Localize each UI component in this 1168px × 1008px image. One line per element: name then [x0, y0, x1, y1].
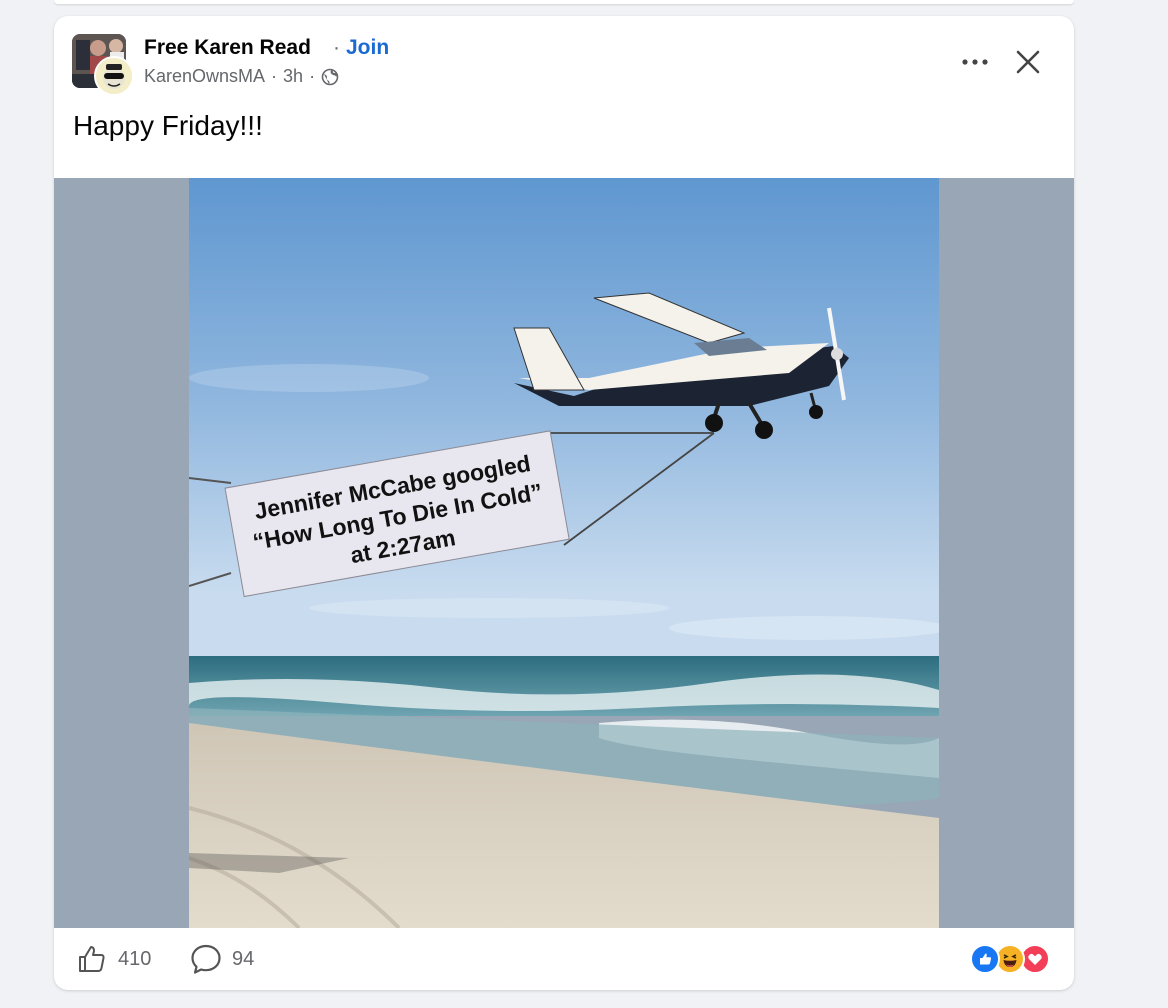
join-group-button[interactable]: · Join [333, 36, 389, 60]
group-avatar[interactable] [72, 34, 134, 96]
comment-bubble-icon [191, 944, 221, 974]
thumbs-up-icon [79, 946, 105, 972]
separator-dot: · [271, 66, 278, 86]
close-button[interactable] [1008, 42, 1048, 82]
post-text: Happy Friday!!! [73, 110, 263, 141]
post-timestamp[interactable]: 3h [283, 66, 303, 87]
post-footer: 410 94 [54, 928, 1074, 990]
post-card: Free Karen Read · Join KarenOwnsMA · 3h · [54, 16, 1074, 990]
like-button[interactable]: 410 [76, 942, 151, 976]
comment-button[interactable]: 94 [190, 942, 254, 976]
more-dots-icon [962, 59, 988, 65]
post-meta: KarenOwnsMA · 3h · [144, 66, 339, 87]
previous-post-edge [54, 0, 1074, 4]
like-reaction-icon [970, 944, 1000, 974]
separator-dot: · [309, 66, 316, 86]
group-name-link[interactable]: Free Karen Read [144, 36, 311, 60]
comment-count: 94 [232, 947, 255, 970]
post-header: Free Karen Read · Join KarenOwnsMA · 3h · [54, 16, 1074, 176]
more-options-button[interactable] [954, 46, 996, 78]
reaction-summary[interactable] [970, 944, 1054, 974]
close-icon [1016, 50, 1040, 74]
post-photo[interactable]: Jennifer McCabe googled “How Long To Die… [189, 178, 939, 928]
post-media[interactable]: Jennifer McCabe googled “How Long To Die… [54, 178, 1074, 928]
author-avatar[interactable] [94, 56, 134, 96]
globe-icon [321, 68, 339, 86]
like-count: 410 [118, 947, 152, 970]
author-name[interactable]: KarenOwnsMA [144, 66, 265, 87]
separator-dot: · [333, 36, 340, 59]
join-label: Join [346, 36, 390, 59]
